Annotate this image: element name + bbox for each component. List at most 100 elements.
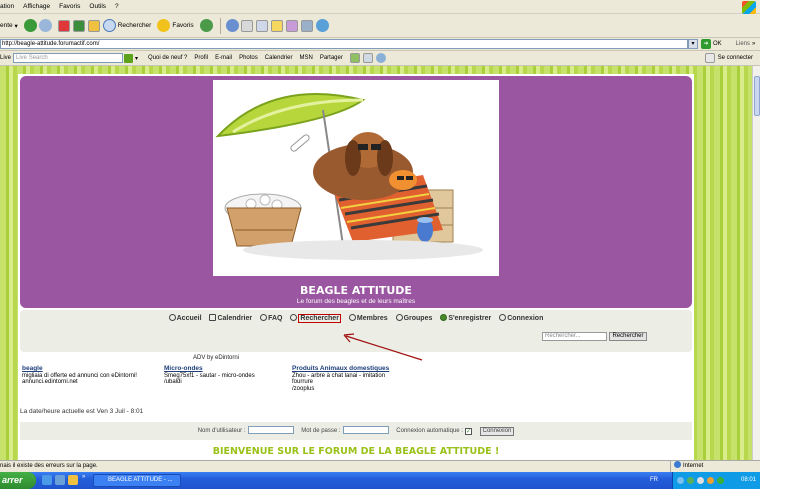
group-icon <box>395 314 403 321</box>
live-search-button[interactable] <box>124 53 134 63</box>
username-label: Nom d'utilisateur : <box>197 428 246 434</box>
screen: ation Affichage Favoris Outils ? ente ▾ … <box>0 0 800 500</box>
magnifier-icon <box>290 314 298 321</box>
quicklaunch-desktop-icon[interactable] <box>55 475 65 485</box>
network-icon[interactable] <box>677 477 684 484</box>
quicklaunch-ie-icon[interactable] <box>42 475 52 485</box>
nav-members[interactable]: Membres <box>348 314 388 322</box>
zone-label: Internet <box>683 463 704 469</box>
nav-register[interactable]: S'enregistrer <box>440 314 492 322</box>
back-button[interactable]: ente ▾ <box>0 22 18 30</box>
live-dropdown-icon[interactable]: ▾ <box>135 55 138 62</box>
link-calendar[interactable]: Calendrier <box>265 55 293 61</box>
quicklaunch-folder-icon[interactable] <box>68 475 78 485</box>
menu-view[interactable]: Affichage <box>23 3 50 10</box>
nav-register-label: S'enregistrer <box>448 315 492 322</box>
login-form: Nom d'utilisateur : Mot de passe : Conne… <box>20 426 692 436</box>
quicklaunch-more-icon[interactable]: » <box>82 474 85 480</box>
nav-groups-label: Groupes <box>403 315 433 322</box>
vertical-scrollbar[interactable] <box>752 66 760 460</box>
history-icon[interactable] <box>199 19 213 32</box>
volume-icon[interactable] <box>697 477 704 484</box>
link-whats-new[interactable]: Quoi de neuf ? <box>148 55 187 61</box>
browser-toolbar: ente ▾ Rechercher Favoris <box>0 14 760 38</box>
nav-members-label: Membres <box>356 315 388 322</box>
stop-icon[interactable] <box>57 19 70 32</box>
search-button[interactable]: Rechercher <box>102 19 151 32</box>
menu-file[interactable]: ation <box>0 3 14 10</box>
link-msn[interactable]: MSN <box>299 55 312 61</box>
forum-header: BEAGLE ATTITUDE Le forum des beagles et … <box>20 76 692 308</box>
link-share[interactable]: Partager <box>320 55 343 61</box>
live-search-input[interactable]: Live Search <box>13 53 124 63</box>
menu-bar: ation Affichage Favoris Outils ? <box>0 0 760 14</box>
forum-search-button[interactable]: Rechercher <box>609 332 647 341</box>
nav-faq[interactable]: FAQ <box>260 314 283 322</box>
signin-icon[interactable] <box>704 53 715 63</box>
forum-search-input[interactable]: Rechercher... <box>542 332 607 341</box>
search-icon <box>102 19 116 32</box>
site-title: BEAGLE ATTITUDE <box>300 284 412 297</box>
link-profile[interactable]: Profil <box>194 55 208 61</box>
link-photos[interactable]: Photos <box>239 55 258 61</box>
ad-item[interactable]: Micro-ondes Smeg75xf1 - sautar - micro-o… <box>164 365 255 386</box>
pen-icon[interactable] <box>349 53 360 63</box>
taskbar-window-button[interactable]: BEAGLE ATTITUDE - ... <box>93 474 181 487</box>
globe-icon <box>674 461 681 468</box>
clock[interactable]: 08:01 <box>741 472 756 489</box>
nav-home[interactable]: Accueil <box>168 314 202 322</box>
connect-link[interactable]: Se connecter <box>718 55 753 61</box>
link-email[interactable]: E-mail <box>215 55 232 61</box>
nav-search[interactable]: Rechercher <box>290 314 341 323</box>
mail-icon[interactable] <box>225 19 239 32</box>
live-toolbar: Live Live Search ▾ Quoi de neuf ? Profil… <box>0 51 760 66</box>
back-arrow-icon[interactable] <box>23 19 37 32</box>
people-icon[interactable] <box>375 53 386 63</box>
go-button[interactable]: ➜ <box>701 39 711 49</box>
messenger-tray-icon[interactable] <box>707 477 714 484</box>
tool-icon[interactable] <box>315 19 329 32</box>
nav-calendar-label: Calendrier <box>217 315 253 322</box>
language-indicator[interactable]: FR <box>650 473 658 488</box>
messenger-icon[interactable] <box>300 19 313 32</box>
address-dropdown-icon[interactable]: ▾ <box>688 39 698 49</box>
ad-line: /ubaldi <box>164 379 182 385</box>
refresh-icon[interactable] <box>72 19 85 32</box>
ad-title[interactable]: Produits Animaux domestiques <box>292 365 389 373</box>
login-button[interactable]: Connexion <box>479 427 515 436</box>
go-label[interactable]: OK <box>713 41 722 47</box>
status-text: nais il existe des erreurs sur la page. <box>0 463 98 469</box>
nav-search-label: Rechercher <box>298 314 341 323</box>
menu-help[interactable]: ? <box>115 3 119 10</box>
username-input[interactable] <box>247 426 294 434</box>
start-button[interactable]: arrer <box>0 472 36 489</box>
favorites-button[interactable]: Favoris <box>157 19 194 32</box>
scrollbar-thumb[interactable] <box>754 76 760 116</box>
taskbar: arrer » BEAGLE ATTITUDE - ... 08:01 <box>0 472 760 489</box>
ad-provider-label[interactable]: ADV by eDintorni <box>193 355 239 361</box>
nav-faq-label: FAQ <box>268 315 283 322</box>
update-icon[interactable] <box>717 477 724 484</box>
ad-item[interactable]: Produits Animaux domestiques Zhou - arbr… <box>292 365 389 392</box>
links-label[interactable]: Liens <box>736 41 750 47</box>
home-icon <box>168 314 176 321</box>
chevron-right-icon[interactable]: » <box>752 41 755 47</box>
nav-login[interactable]: Connexion <box>499 314 543 322</box>
pencil-icon[interactable] <box>285 19 298 32</box>
home-icon[interactable] <box>87 19 100 32</box>
security-icon[interactable] <box>687 477 694 484</box>
nav-calendar[interactable]: Calendrier <box>209 314 253 322</box>
nav-groups[interactable]: Groupes <box>395 314 433 322</box>
envelope-icon[interactable] <box>362 53 373 63</box>
menu-favorites[interactable]: Favoris <box>59 3 80 10</box>
folder-icon[interactable] <box>270 19 283 32</box>
edit-icon[interactable] <box>255 19 268 32</box>
menu-tools[interactable]: Outils <box>89 3 106 10</box>
password-input[interactable] <box>342 426 389 434</box>
auto-login-checkbox[interactable]: ✓ <box>464 428 472 435</box>
ad-item[interactable]: beagle migliaia di offerte ed annunci co… <box>22 365 137 386</box>
print-icon[interactable] <box>240 19 253 32</box>
address-input[interactable]: http://beagle-attitude.forumactif.com/ <box>0 39 688 49</box>
forum-banner-image <box>213 80 499 276</box>
forward-arrow-icon[interactable] <box>38 19 52 32</box>
